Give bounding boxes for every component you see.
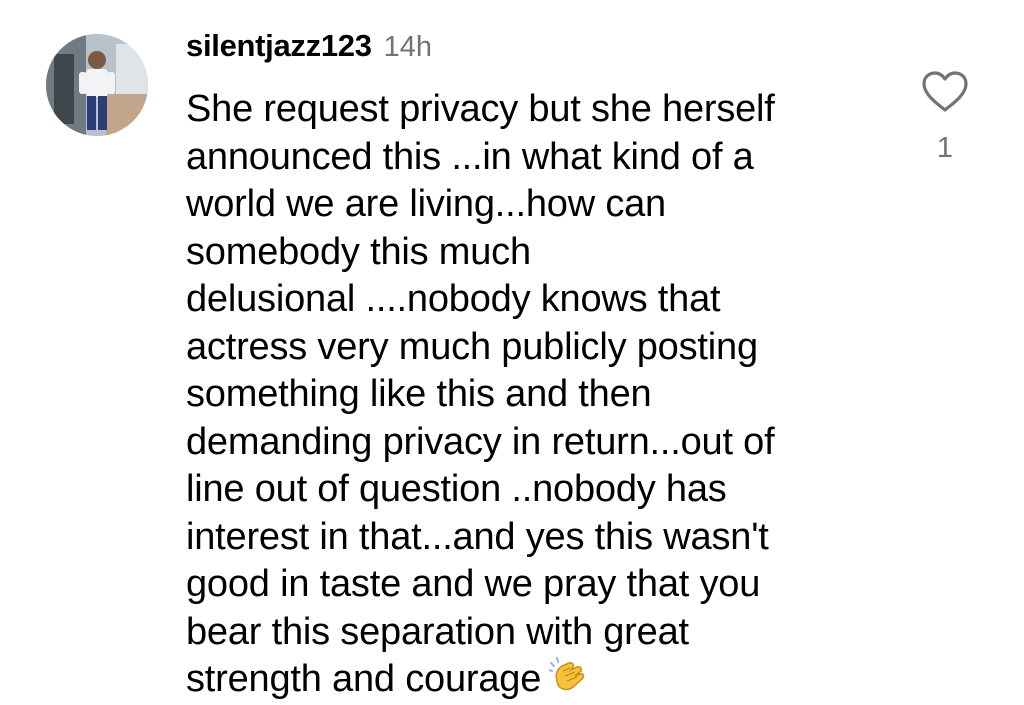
comment-text: She request privacy but she herself anno… (186, 86, 876, 704)
comment-text-line: interest in that...and yes this wasn't (186, 515, 769, 558)
comment-item: silentjazz123 14h She request privacy bu… (0, 0, 1024, 705)
comment-text-line: something like this and then (186, 373, 652, 415)
clapping-hands-icon (549, 657, 589, 697)
comment-text-line: delusional ....nobody knows that (186, 278, 721, 320)
username-link[interactable]: silentjazz123 (186, 28, 372, 64)
comment-text-line: announced this ...in what kind of a (186, 135, 754, 178)
comment-meta: silentjazz123 14h (186, 28, 432, 68)
like-button[interactable] (920, 70, 970, 114)
comment-text-line: somebody this much (186, 230, 531, 273)
comment-text-line: world we are living...how can (186, 183, 666, 225)
comment-text-line: good in taste and we pray that you (186, 563, 761, 605)
comment-text-line-last: strength and courage (186, 656, 876, 704)
comment-text-line: line out of question ..nobody has (186, 468, 727, 510)
like-count: 1 (936, 132, 954, 164)
comment-text-line: bear this separation with great (186, 610, 689, 653)
avatar-photo (46, 34, 148, 136)
comment-text-line-content: strength and courage (186, 658, 542, 700)
comment-timestamp: 14h (383, 31, 433, 63)
comment-text-line: actress very much publicly posting (186, 325, 758, 368)
comment-text-line: demanding privacy in return...out of (186, 420, 775, 463)
avatar[interactable] (46, 34, 148, 136)
heart-outline-icon (922, 71, 968, 112)
comment-text-line: She request privacy but she herself (186, 88, 775, 130)
